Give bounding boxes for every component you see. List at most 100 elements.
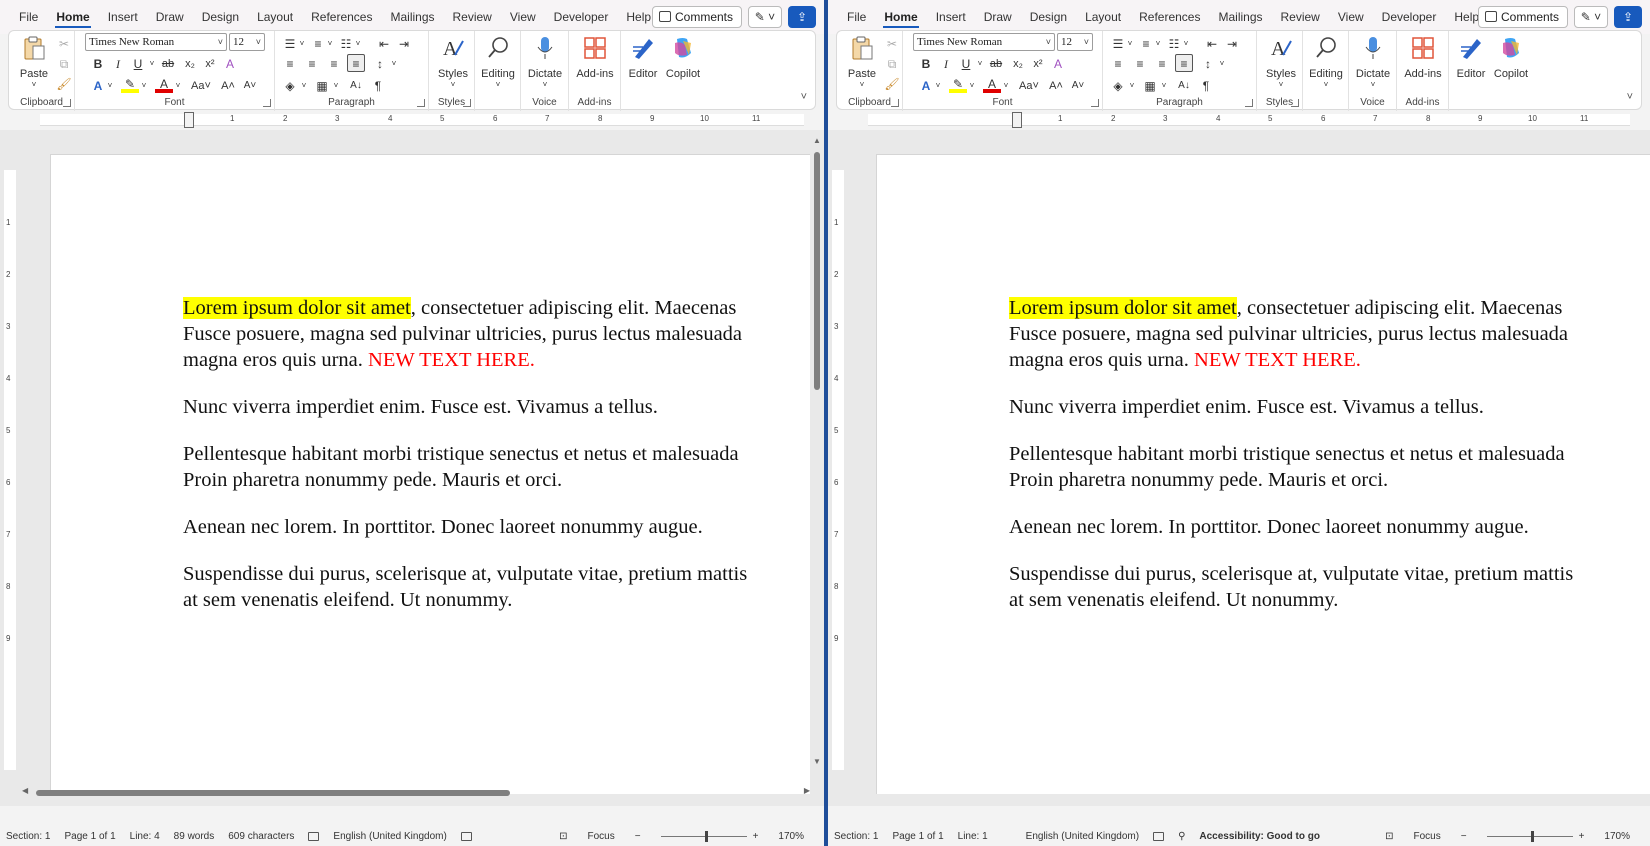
dialog-launcher-icon[interactable]: [1091, 99, 1099, 107]
text-run[interactable]: , consectetuer adipiscing elit. Maecenas: [1237, 297, 1563, 319]
menu-references[interactable]: References: [302, 0, 381, 34]
menu-draw[interactable]: Draw: [975, 0, 1021, 34]
text-run[interactable]: Proin pharetra nonummy pede. Mauris et o…: [1009, 469, 1388, 491]
scroll-right-icon[interactable]: ▶: [804, 786, 810, 795]
paragraph-5[interactable]: Suspendisse dui purus, scelerisque at, v…: [1009, 561, 1650, 613]
clear-formatting-icon[interactable]: A: [1049, 55, 1067, 73]
comments-button[interactable]: Comments: [651, 6, 742, 28]
text-run[interactable]: magna eros quis urna.: [1009, 349, 1194, 371]
red-text[interactable]: NEW TEXT HERE.: [1194, 349, 1361, 371]
chevron-down-icon[interactable]: ˅: [385, 55, 403, 73]
align-center-icon[interactable]: ≡: [1131, 55, 1149, 73]
chevron-down-icon[interactable]: ˅: [1177, 35, 1195, 53]
paragraph-2[interactable]: Nunc viverra imperdiet enim. Fusce est. …: [183, 394, 810, 420]
align-center-icon[interactable]: ≡: [303, 55, 321, 73]
menu-home[interactable]: Home: [47, 0, 98, 34]
zoom-out-icon[interactable]: −: [1461, 831, 1467, 842]
font-name-dropdown[interactable]: Times New Roman ˅: [85, 33, 227, 51]
zoom-out-icon[interactable]: −: [635, 831, 641, 842]
paragraph-1[interactable]: Lorem ipsum dolor sit amet, consectetuer…: [1009, 295, 1650, 373]
collapse-ribbon-icon[interactable]: ˅: [1627, 91, 1633, 103]
menu-view[interactable]: View: [501, 0, 545, 34]
copilot-button[interactable]: Copilot: [663, 35, 703, 80]
editor-button[interactable]: Editor: [623, 35, 663, 80]
align-left-icon[interactable]: ≡: [1109, 55, 1127, 73]
menu-insert[interactable]: Insert: [927, 0, 975, 34]
focus-icon[interactable]: ⊡: [1385, 831, 1393, 842]
copilot-button[interactable]: Copilot: [1491, 35, 1531, 80]
focus-icon[interactable]: ⊡: [559, 831, 567, 842]
grow-font-icon[interactable]: A˄: [219, 77, 237, 95]
share-button[interactable]: ⇪: [788, 6, 816, 28]
share-button[interactable]: ⇪: [1614, 6, 1642, 28]
cut-icon[interactable]: ✂: [883, 35, 901, 53]
accessibility-icon[interactable]: ⚲: [1178, 831, 1185, 842]
focus-button[interactable]: Focus: [1414, 831, 1441, 842]
editing-button[interactable]: Editing ˅: [477, 35, 519, 89]
document-page[interactable]: Lorem ipsum dolor sit amet, consectetuer…: [876, 154, 1650, 794]
menu-developer[interactable]: Developer: [1373, 0, 1446, 34]
cut-icon[interactable]: ✂: [55, 35, 73, 53]
chevron-down-icon[interactable]: ˅: [1123, 77, 1141, 95]
status-language[interactable]: English (United Kingdom): [333, 831, 446, 842]
focus-button[interactable]: Focus: [588, 831, 615, 842]
dictate-button[interactable]: Dictate ˅: [1351, 35, 1395, 89]
status-characters[interactable]: 609 characters: [228, 831, 294, 842]
chevron-down-icon[interactable]: ˅: [101, 77, 119, 95]
collapse-ribbon-icon[interactable]: ˅: [801, 91, 807, 103]
menu-home[interactable]: Home: [875, 0, 926, 34]
menu-design[interactable]: Design: [1021, 0, 1076, 34]
dictate-button[interactable]: Dictate ˅: [523, 35, 567, 89]
menu-insert[interactable]: Insert: [99, 0, 147, 34]
zoom-level[interactable]: 170%: [1604, 831, 1630, 842]
decrease-indent-icon[interactable]: ⇤: [375, 35, 393, 53]
document-body[interactable]: Lorem ipsum dolor sit amet, consectetuer…: [183, 295, 810, 634]
text-run[interactable]: magna eros quis urna.: [183, 349, 368, 371]
italic-icon[interactable]: I: [109, 55, 127, 73]
text-run[interactable]: at sem venenatis eleifend. Ut nonummy.: [183, 589, 512, 611]
paragraph-2[interactable]: Nunc viverra imperdiet enim. Fusce est. …: [1009, 394, 1650, 420]
menu-mailings[interactable]: Mailings: [1209, 0, 1271, 34]
zoom-level[interactable]: 170%: [778, 831, 804, 842]
menu-file[interactable]: File: [838, 0, 875, 34]
dialog-launcher-icon[interactable]: [891, 99, 899, 107]
text-run[interactable]: Pellentesque habitant morbi tristique se…: [1009, 443, 1565, 465]
chevron-down-icon[interactable]: ˅: [135, 77, 153, 95]
align-right-icon[interactable]: ≡: [325, 55, 343, 73]
scroll-thumb[interactable]: [36, 790, 510, 796]
paragraph-3[interactable]: Pellentesque habitant morbi tristique se…: [183, 441, 810, 493]
menu-mailings[interactable]: Mailings: [381, 0, 443, 34]
dialog-launcher-icon[interactable]: [263, 99, 271, 107]
status-line[interactable]: Line: 1: [958, 831, 988, 842]
strikethrough-icon[interactable]: ab: [987, 55, 1005, 73]
zoom-in-icon[interactable]: +: [1579, 831, 1585, 842]
menu-review[interactable]: Review: [444, 0, 501, 34]
chevron-down-icon[interactable]: ˅: [349, 35, 367, 53]
copy-icon[interactable]: ⧉: [55, 55, 73, 73]
dialog-launcher-icon[interactable]: [417, 99, 425, 107]
styles-button[interactable]: A Styles ˅: [433, 35, 473, 89]
font-name-dropdown[interactable]: Times New Roman ˅: [913, 33, 1055, 51]
sort-icon[interactable]: A↓: [1175, 77, 1193, 95]
red-text[interactable]: NEW TEXT HERE.: [368, 349, 535, 371]
bold-icon[interactable]: B: [917, 55, 935, 73]
paragraph-4[interactable]: Aenean nec lorem. In porttitor. Donec la…: [1009, 514, 1650, 540]
increase-indent-icon[interactable]: ⇥: [1223, 35, 1241, 53]
scroll-down-icon[interactable]: ▼: [812, 757, 822, 766]
chevron-down-icon[interactable]: ˅: [169, 77, 187, 95]
paragraph-4[interactable]: Aenean nec lorem. In porttitor. Donec la…: [183, 514, 810, 540]
change-case-icon[interactable]: Aa˅: [1017, 77, 1041, 95]
zoom-slider-knob[interactable]: [704, 830, 708, 842]
chevron-down-icon[interactable]: ˅: [295, 77, 313, 95]
bold-icon[interactable]: B: [89, 55, 107, 73]
status-section[interactable]: Section: 1: [6, 831, 50, 842]
increase-indent-icon[interactable]: ⇥: [395, 35, 413, 53]
text-run[interactable]: Aenean nec lorem. In porttitor. Donec la…: [1009, 516, 1529, 538]
text-run[interactable]: Pellentesque habitant morbi tristique se…: [183, 443, 739, 465]
paste-button[interactable]: Paste ˅: [843, 35, 881, 89]
clear-formatting-icon[interactable]: A: [221, 55, 239, 73]
copy-icon[interactable]: ⧉: [883, 55, 901, 73]
scroll-up-icon[interactable]: ▲: [812, 136, 822, 145]
zoom-slider-knob[interactable]: [1530, 830, 1534, 842]
shrink-font-icon[interactable]: A˅: [241, 77, 259, 95]
